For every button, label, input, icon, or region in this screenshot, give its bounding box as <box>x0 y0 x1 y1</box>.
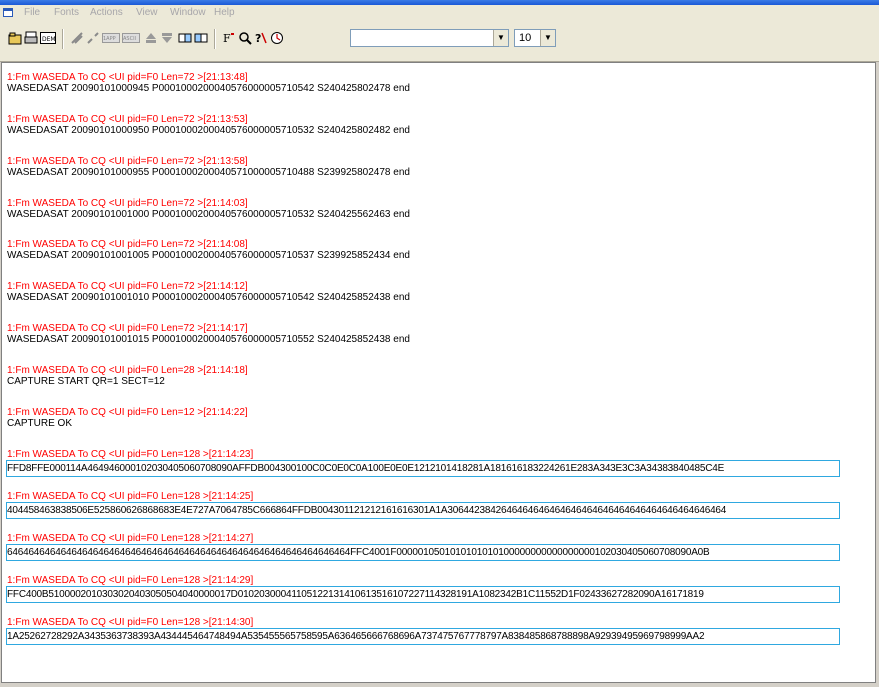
log-body: CAPTURE START QR=1 SECT=12 <box>7 376 165 387</box>
log-header: 1:Fm WASEDA To CQ <UI pid=F0 Len=128 >[2… <box>7 617 254 628</box>
log-entry: 1:Fm WASEDA To CQ <UI pid=F0 Len=72 >[21… <box>7 114 410 136</box>
menu-window[interactable]: Window <box>170 7 206 18</box>
log-header: 1:Fm WASEDA To CQ <UI pid=F0 Len=128 >[2… <box>7 533 254 544</box>
hex-data-box: FFD8FFE000114A46494600010203040506070809… <box>6 460 840 477</box>
log-body: CAPTURE OK <box>7 418 73 429</box>
log-body: WASEDASAT 20090101001015 P00010002000405… <box>7 334 410 345</box>
callsign-combo[interactable]: ▼ <box>350 29 509 47</box>
hex-data: 1A25262728292A3435363738393A434445464748… <box>7 631 705 642</box>
svg-text:?: ? <box>255 32 261 45</box>
font-size-select[interactable]: 10 ▼ <box>514 29 556 47</box>
ascii-icon[interactable]: ASCII <box>122 31 140 45</box>
log-entry: 1:Fm WASEDA To CQ <UI pid=F0 Len=72 >[21… <box>7 323 410 345</box>
hex-data-box: FFC400B510000201030302040305050404000001… <box>6 586 840 603</box>
svg-text:F: F <box>223 32 231 45</box>
log-entry: 1:Fm WASEDA To CQ <UI pid=F0 Len=72 >[21… <box>7 239 410 261</box>
open-icon[interactable] <box>8 31 22 45</box>
log-header: 1:Fm WASEDA To CQ <UI pid=F0 Len=12 >[21… <box>7 407 248 418</box>
log-body: WASEDASAT 20090101001000 P00010002000405… <box>7 209 410 220</box>
log-body: WASEDASAT 20090101000955 P00010002000405… <box>7 167 410 178</box>
log-header-row: 1:Fm WASEDA To CQ <UI pid=F0 Len=128 >[2… <box>7 491 253 502</box>
font-icon[interactable]: F <box>222 31 236 45</box>
log-header: 1:Fm WASEDA To CQ <UI pid=F0 Len=28 >[21… <box>7 365 248 376</box>
menu-bar: File Fonts Actions View Window Help <box>0 5 879 21</box>
log-header-row: 1:Fm WASEDA To CQ <UI pid=F0 Len=128 >[2… <box>7 533 253 544</box>
log-entry: 1:Fm WASEDA To CQ <UI pid=F0 Len=72 >[21… <box>7 72 410 94</box>
menu-help[interactable]: Help <box>214 7 235 18</box>
hex-data: FFC400B510000201030302040305050404000001… <box>7 589 704 600</box>
log-entry: 1:Fm WASEDA To CQ <UI pid=F0 Len=72 >[21… <box>7 281 410 303</box>
log-header-row: 1:Fm WASEDA To CQ <UI pid=F0 Len=128 >[2… <box>7 575 253 586</box>
upload-icon[interactable] <box>144 31 158 45</box>
font-size-value: 10 <box>519 32 532 44</box>
clock-icon[interactable] <box>270 31 284 45</box>
svg-text:DEM: DEM <box>42 36 56 43</box>
hex-data-box: 404458463838506E525860626868683E4E727A70… <box>6 502 840 519</box>
chevron-down-icon[interactable]: ▼ <box>540 30 555 46</box>
log-header: 1:Fm WASEDA To CQ <UI pid=F0 Len=128 >[2… <box>7 575 254 586</box>
log-entry: 1:Fm WASEDA To CQ <UI pid=F0 Len=72 >[21… <box>7 198 410 220</box>
file-receive-icon[interactable] <box>194 31 208 45</box>
search-icon[interactable] <box>238 31 252 45</box>
1app-icon[interactable]: 1APP <box>102 31 120 45</box>
menu-file[interactable]: File <box>24 7 40 18</box>
log-header-row: 1:Fm WASEDA To CQ <UI pid=F0 Len=128 >[2… <box>7 617 253 628</box>
window-system-icon[interactable] <box>3 8 13 17</box>
svg-text:ASCII: ASCII <box>123 36 136 42</box>
log-header: 1:Fm WASEDA To CQ <UI pid=F0 Len=128 >[2… <box>7 449 254 460</box>
dem-icon[interactable]: DEM <box>40 31 56 45</box>
chevron-down-icon[interactable]: ▼ <box>493 30 508 46</box>
connect-icon[interactable] <box>70 31 84 45</box>
log-header: 1:Fm WASEDA To CQ <UI pid=F0 Len=72 >[21… <box>7 156 248 167</box>
hex-data: FFD8FFE000114A46494600010203040506070809… <box>7 463 725 474</box>
hex-data-box: 1A25262728292A3435363738393A434445464748… <box>6 628 840 645</box>
svg-text:1APP: 1APP <box>103 36 116 42</box>
toolbar-separator <box>214 29 216 49</box>
toolbar-separator <box>62 29 64 49</box>
toolbar: DEM 1APP ASCII F ? ▼ 10 ▼ <box>0 21 879 62</box>
log-entry: 1:Fm WASEDA To CQ <UI pid=F0 Len=72 >[21… <box>7 156 410 178</box>
log-header: 1:Fm WASEDA To CQ <UI pid=F0 Len=72 >[21… <box>7 198 248 209</box>
log-body: WASEDASAT 20090101001010 P00010002000405… <box>7 292 410 303</box>
log-header: 1:Fm WASEDA To CQ <UI pid=F0 Len=72 >[21… <box>7 323 248 334</box>
print-icon[interactable] <box>24 31 38 45</box>
menu-actions[interactable]: Actions <box>90 7 123 18</box>
log-header: 1:Fm WASEDA To CQ <UI pid=F0 Len=128 >[2… <box>7 491 254 502</box>
log-header-row: 1:Fm WASEDA To CQ <UI pid=F0 Len=128 >[2… <box>7 449 253 460</box>
help-icon[interactable]: ? <box>254 31 268 45</box>
log-header: 1:Fm WASEDA To CQ <UI pid=F0 Len=72 >[21… <box>7 72 248 83</box>
file-send-icon[interactable] <box>178 31 192 45</box>
log-body: WASEDASAT 20090101000950 P00010002000405… <box>7 125 410 136</box>
log-header: 1:Fm WASEDA To CQ <UI pid=F0 Len=72 >[21… <box>7 281 248 292</box>
menu-view[interactable]: View <box>136 7 158 18</box>
log-header: 1:Fm WASEDA To CQ <UI pid=F0 Len=72 >[21… <box>7 114 248 125</box>
packet-log[interactable]: 1:Fm WASEDA To CQ <UI pid=F0 Len=72 >[21… <box>1 62 876 683</box>
download-icon[interactable] <box>160 31 174 45</box>
menu-fonts[interactable]: Fonts <box>54 7 79 18</box>
log-entry: 1:Fm WASEDA To CQ <UI pid=F0 Len=12 >[21… <box>7 407 248 429</box>
hex-data: 6464646464646464646464646464646464646464… <box>7 547 710 558</box>
disconnect-icon[interactable] <box>86 31 100 45</box>
hex-data: 404458463838506E525860626868683E4E727A70… <box>7 505 727 516</box>
log-body: WASEDASAT 20090101001005 P00010002000405… <box>7 250 410 261</box>
hex-data-box: 6464646464646464646464646464646464646464… <box>6 544 840 561</box>
log-entry: 1:Fm WASEDA To CQ <UI pid=F0 Len=28 >[21… <box>7 365 248 387</box>
log-header: 1:Fm WASEDA To CQ <UI pid=F0 Len=72 >[21… <box>7 239 248 250</box>
log-body: WASEDASAT 20090101000945 P00010002000405… <box>7 83 410 94</box>
